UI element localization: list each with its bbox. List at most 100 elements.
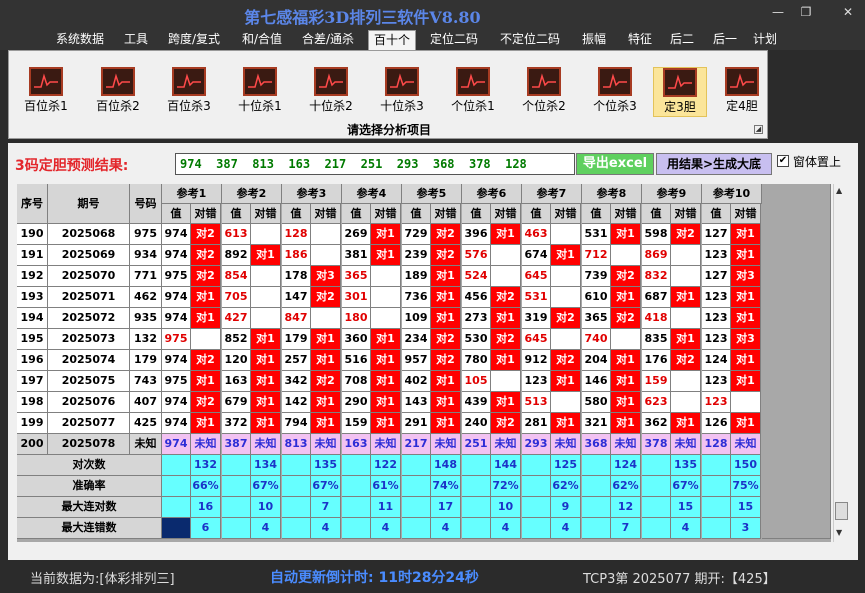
menu-item[interactable]: 定位二码 [426,30,482,50]
hit-subheader: 对错 [311,204,341,224]
hit-mark: 对2 [491,329,521,350]
stat-spacer [402,455,431,476]
ref-value: 319 [522,308,551,329]
export-excel-button[interactable]: 导出excel [576,153,654,175]
restore-icon[interactable]: ❐ [796,4,816,20]
menu-item[interactable]: 系统数据 [50,30,110,50]
scroll-thumb[interactable] [835,502,848,520]
ref-value: 531 [522,287,551,308]
close-icon[interactable]: ✕ [838,4,858,20]
row-seq: 190 [17,224,48,245]
menu-item[interactable]: 百十个 [368,30,416,50]
stat-value: 11 [371,497,401,518]
ribbon-button[interactable]: 十位杀2 [298,67,364,117]
ribbon-button[interactable]: 定3胆 [653,67,707,117]
ribbon-button-label: 十位杀3 [380,99,424,113]
stat-spacer [582,518,611,539]
ref-value: 674 [522,245,551,266]
ribbon-button[interactable]: 百位杀3 [156,67,222,117]
ref-value: 439 [462,392,491,413]
chart-icon [385,67,419,96]
ref-value: 127 [702,266,731,287]
hit-subheader: 对错 [731,204,761,224]
ref-value: 531 [582,224,611,245]
scroll-down-icon[interactable]: ▼ [836,528,842,537]
stat-spacer [162,455,191,476]
row-seq: 192 [17,266,48,287]
row-seq: 200 [17,434,48,455]
ref-value: 105 [462,371,491,392]
minimize-icon[interactable]: — [768,4,788,20]
stat-spacer [702,518,731,539]
ribbon-button[interactable]: 个位杀3 [582,67,648,117]
row-issue: 2025076 [48,392,130,413]
ribbon-button[interactable]: 百位杀1 [13,67,79,117]
hit-mark [251,224,281,245]
hit-mark: 对1 [671,413,701,434]
generate-base-button[interactable]: 用结果>生成大底 [656,153,772,175]
ref-value: 794 [282,413,311,434]
ribbon-button[interactable]: 个位杀2 [511,67,577,117]
pending-mark: 未知 [671,434,701,455]
stat-spacer [402,497,431,518]
ref-value: 705 [222,287,251,308]
stat-value: 72% [491,476,521,497]
stat-value: 4 [491,518,521,539]
hit-mark: 对1 [731,371,761,392]
chart-icon [172,67,206,96]
stat-spacer [702,455,731,476]
menu-item[interactable]: 后一 [708,30,742,50]
hit-subheader: 对错 [431,204,461,224]
menu-item[interactable]: 工具 [118,30,154,50]
ribbon-button[interactable]: 定4胆 [711,67,773,117]
title-bar: 第七感福彩3D排列三软件V8.80 — ❐ ✕ [0,0,865,28]
ribbon-button[interactable]: 百位杀2 [85,67,151,117]
window-ontop-checkbox[interactable]: ✔ [777,155,789,167]
row-number: 未知 [130,434,162,455]
menu-item[interactable]: 不定位二码 [494,30,566,50]
ribbon-button-label: 定3胆 [664,100,696,114]
ref-value: 120 [222,350,251,371]
scroll-up-icon[interactable]: ▲ [836,186,842,195]
row-issue: 2025075 [48,371,130,392]
stat-value: 144 [491,455,521,476]
menu-item[interactable]: 后二 [665,30,699,50]
ref-value: 290 [342,392,371,413]
ref-value: 257 [282,350,311,371]
grid-scrollbar[interactable]: ▲ ▼ [833,184,849,542]
stat-spacer [522,476,551,497]
stat-value: 7 [311,497,341,518]
ref-value: 189 [402,266,431,287]
menu-item[interactable]: 特征 [622,30,658,50]
hit-mark: 对1 [431,371,461,392]
ref-value: 360 [342,329,371,350]
stat-spacer [162,476,191,497]
ref-value: 176 [642,350,671,371]
pending-mark: 未知 [311,434,341,455]
hit-subheader: 对错 [671,204,701,224]
ref-value: 204 [582,350,611,371]
ribbon-button[interactable]: 十位杀3 [369,67,435,117]
menu-item[interactable]: 振幅 [576,30,612,50]
menu-item[interactable]: 和/合值 [236,30,288,50]
prediction-result-field[interactable]: 974 387 813 163 217 251 293 368 378 128 [175,153,575,175]
ref-value: 832 [642,266,671,287]
ribbon-button-label: 十位杀2 [309,99,353,113]
row-number: 935 [130,308,162,329]
group-header: 参考6 [462,184,522,204]
ref-value: 427 [222,308,251,329]
hit-mark: 对1 [551,245,581,266]
menu-item[interactable]: 合差/通杀 [298,30,358,50]
group-header: 参考10 [702,184,762,204]
hit-mark: 对1 [491,308,521,329]
hit-mark [311,224,341,245]
ribbon-button[interactable]: 个位杀1 [440,67,506,117]
hit-mark [671,266,701,287]
row-issue: 2025073 [48,329,130,350]
menu-item[interactable]: 跨度/复式 [162,30,226,50]
menu-item[interactable]: 计划 [750,30,780,50]
ribbon-expand-icon[interactable]: ◢ [754,125,763,134]
hit-mark [311,245,341,266]
app-title: 第七感福彩3D排列三软件V8.80 [244,8,481,27]
ribbon-button[interactable]: 十位杀1 [227,67,293,117]
